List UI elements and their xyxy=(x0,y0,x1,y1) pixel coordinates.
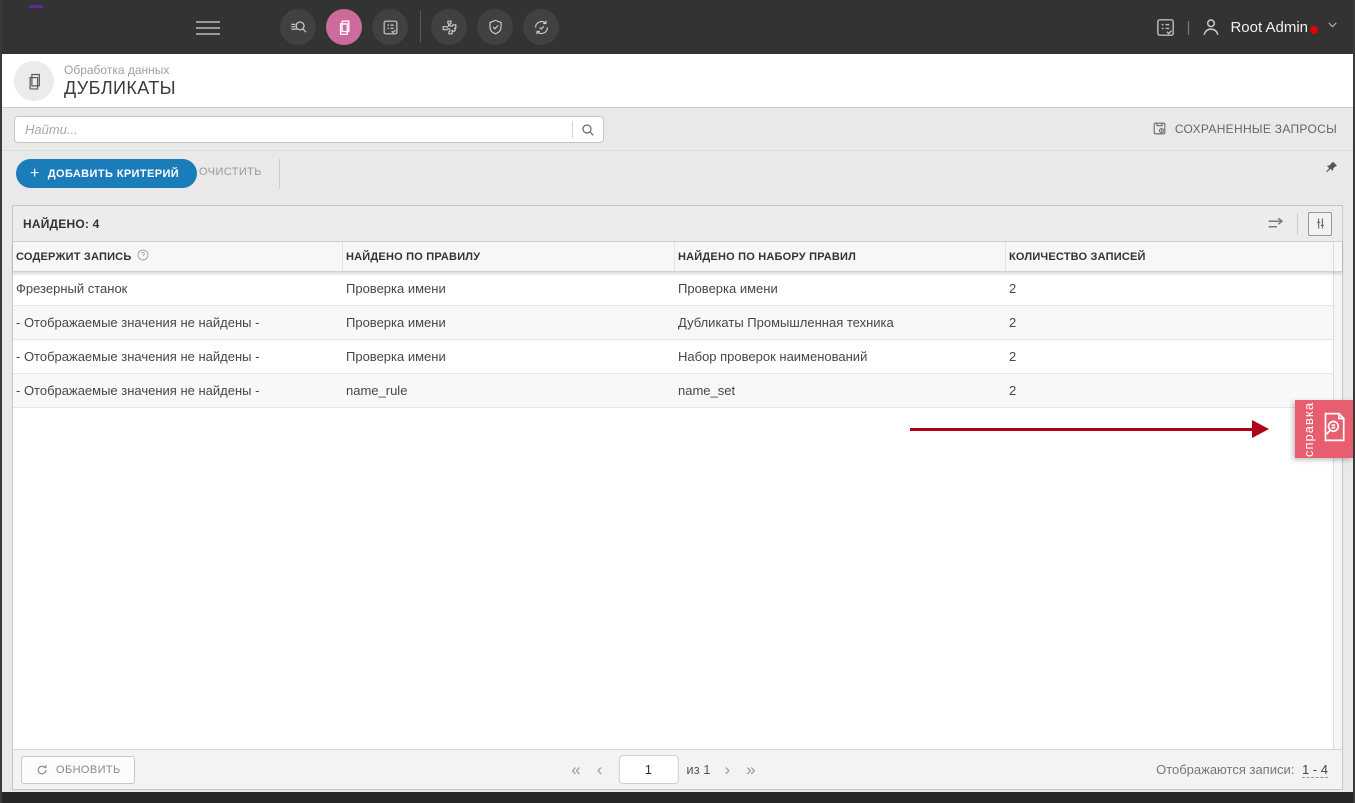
column-header-contains-record[interactable]: СОДЕРЖИТ ЗАПИСЬ xyxy=(13,242,343,271)
notification-dot xyxy=(1310,26,1318,34)
security-icon[interactable] xyxy=(477,9,513,45)
checklist-icon[interactable] xyxy=(372,9,408,45)
table-row[interactable]: - Отображаемые значения не найдены - Про… xyxy=(13,306,1333,340)
records-info: Отображаются записи: 1 - 4 xyxy=(1156,762,1328,777)
record-search-icon[interactable] xyxy=(280,9,316,45)
duplicates-icon[interactable] xyxy=(326,9,362,45)
user-icon[interactable] xyxy=(1200,16,1222,38)
search-row: СОХРАНЕННЫЕ ЗАПРОСЫ xyxy=(2,108,1353,151)
column-header-record-count[interactable]: КОЛИЧЕСТВО ЗАПИСЕЙ xyxy=(1006,242,1333,271)
annotation-arrow-head xyxy=(1252,420,1269,438)
records-label: Отображаются записи: xyxy=(1156,762,1294,777)
annotation-arrow-line xyxy=(910,428,1254,431)
help-tab[interactable]: справка xyxy=(1295,400,1353,458)
bottom-window-edge xyxy=(2,792,1353,803)
column-header-found-by-rule[interactable]: НАЙДЕНО ПО ПРАВИЛУ xyxy=(343,242,675,271)
grid-footer: ОБНОВИТЬ « ‹ из 1 › » Отображаются запис… xyxy=(13,749,1342,789)
grid-column-headers: СОДЕРЖИТ ЗАПИСЬ НАЙДЕНО ПО ПРАВИЛУ НАЙДЕ… xyxy=(13,242,1342,272)
grid-body: Фрезерный станок Проверка имени Проверка… xyxy=(13,272,1342,749)
grid-header: НАЙДЕНО: 4 xyxy=(13,206,1342,242)
vertical-scrollbar[interactable] xyxy=(1333,272,1342,749)
grid-header-divider xyxy=(1297,213,1298,235)
records-range[interactable]: 1 - 4 xyxy=(1302,762,1328,778)
integration-icon[interactable] xyxy=(431,9,467,45)
search-box xyxy=(14,116,604,143)
pin-icon[interactable] xyxy=(1323,160,1339,181)
table-row[interactable]: - Отображаемые значения не найдены - nam… xyxy=(13,374,1333,408)
topbar: | Root Admin xyxy=(2,0,1353,54)
document-search-icon xyxy=(1319,410,1349,449)
header-scrollbar-strip xyxy=(1333,242,1342,271)
refresh-button[interactable]: ОБНОВИТЬ xyxy=(21,756,135,784)
clear-button[interactable]: ОЧИСТИТЬ xyxy=(199,166,262,178)
help-tab-label: справка xyxy=(1301,400,1316,458)
export-rows-icon[interactable] xyxy=(1265,213,1287,235)
logo xyxy=(29,5,43,8)
prev-page-icon[interactable]: ‹ xyxy=(589,760,611,780)
titlebar: Обработка данных ДУБЛИКАТЫ xyxy=(2,54,1353,108)
first-page-icon[interactable]: « xyxy=(563,760,588,780)
app-window: | Root Admin Обработка данных ДУБЛИКАТЫ xyxy=(0,0,1355,803)
add-criterion-button[interactable]: + ДОБАВИТЬ КРИТЕРИЙ xyxy=(16,159,197,188)
breadcrumb: Обработка данных xyxy=(64,63,169,77)
search-icon[interactable] xyxy=(573,117,603,142)
sync-icon[interactable] xyxy=(523,9,559,45)
last-page-icon[interactable]: » xyxy=(738,760,763,780)
hamburger-menu-icon[interactable] xyxy=(196,17,220,37)
plus-icon: + xyxy=(30,166,40,182)
page-number-input[interactable] xyxy=(618,755,678,784)
pagination: « ‹ из 1 › » xyxy=(563,750,763,789)
topbar-divider: | xyxy=(1187,19,1191,36)
tasks-icon[interactable] xyxy=(1154,16,1177,39)
search-input[interactable] xyxy=(15,117,572,142)
chevron-down-icon[interactable] xyxy=(1326,18,1339,36)
user-name[interactable]: Root Admin xyxy=(1230,19,1308,36)
saved-queries-button[interactable]: СОХРАНЕННЫЕ ЗАПРОСЫ xyxy=(1151,120,1337,137)
table-row[interactable]: Фрезерный станок Проверка имени Проверка… xyxy=(13,272,1333,306)
saved-queries-label: СОХРАНЕННЫЕ ЗАПРОСЫ xyxy=(1175,122,1337,136)
add-criterion-label: ДОБАВИТЬ КРИТЕРИЙ xyxy=(48,168,179,180)
column-settings-icon[interactable] xyxy=(1308,212,1332,236)
refresh-label: ОБНОВИТЬ xyxy=(56,764,121,776)
table-row[interactable]: - Отображаемые значения не найдены - Про… xyxy=(13,340,1333,374)
next-page-icon[interactable]: › xyxy=(717,760,739,780)
main-nav xyxy=(280,9,569,45)
topbar-right: | Root Admin xyxy=(1154,0,1339,54)
criteria-row: + ДОБАВИТЬ КРИТЕРИЙ ОЧИСТИТЬ xyxy=(2,152,1353,195)
duplicates-page-icon xyxy=(14,61,54,101)
page-title: ДУБЛИКАТЫ xyxy=(64,78,176,99)
help-question-icon[interactable] xyxy=(136,248,150,265)
results-grid-panel: НАЙДЕНО: 4 СОДЕРЖИТ ЗАПИСЬ xyxy=(12,205,1343,790)
page-of-label: из 1 xyxy=(686,762,710,777)
column-header-found-by-ruleset[interactable]: НАЙДЕНО ПО НАБОРУ ПРАВИЛ xyxy=(675,242,1006,271)
found-count-label: НАЙДЕНО: 4 xyxy=(23,217,100,231)
criteria-divider xyxy=(279,159,280,189)
nav-divider xyxy=(420,11,421,43)
